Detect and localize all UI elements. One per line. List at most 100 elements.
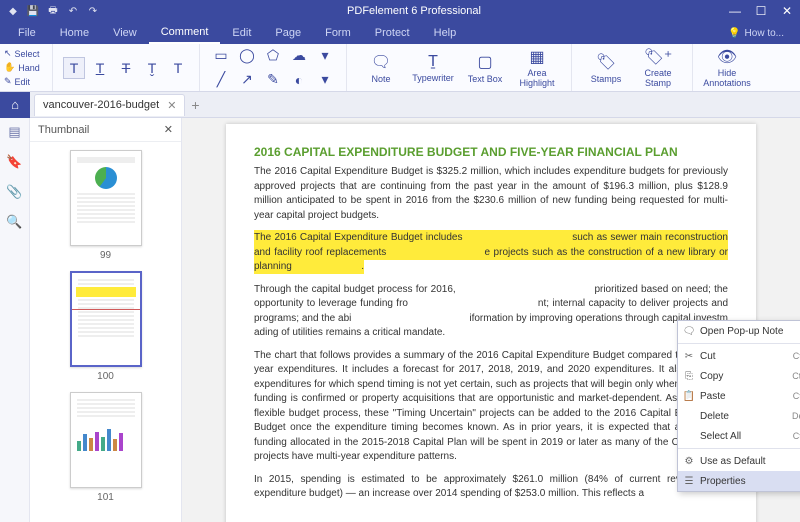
line-tool[interactable]: ╱ [210,69,232,91]
menu-help[interactable]: Help [422,22,469,44]
context-menu: 🗨Open Pop-up Note ✂CutCtrl+X ⎘CopyCtrl+C… [677,320,800,492]
search-rail-button[interactable]: 🔍 [6,214,22,230]
ctx-shortcut: Ctrl+V [793,391,800,401]
textbox-button[interactable]: ▢Text Box [459,46,511,90]
menu-protect[interactable]: Protect [363,22,422,44]
close-button[interactable]: ✕ [774,0,800,22]
ctx-label: Cut [700,351,716,362]
save-icon[interactable]: 💾 [26,4,40,18]
hide-label: Hide Annotations [701,69,753,89]
bar-chart-icon [77,427,135,451]
note-icon: 🗨 [371,52,391,72]
area-icon: ▦ [529,47,544,67]
menu-edit[interactable]: Edit [220,22,263,44]
ctx-paste[interactable]: 📋PasteCtrl+V [678,386,800,406]
note-label: Note [371,74,390,84]
shapes-dropdown[interactable]: ▾ [314,69,336,91]
note-button[interactable]: 🗨 Note [355,46,407,90]
strikethrough-tool[interactable]: T [115,57,137,79]
bookmarks-rail-button[interactable]: 🔖 [6,154,22,170]
hl-text: The 2016 Capital Expenditure Budget incl… [254,232,463,243]
ctx-label: Copy [700,371,723,382]
tab-close-button[interactable]: ✕ [167,99,176,112]
eraser-tool[interactable]: ◐ [288,69,310,91]
stamps-button[interactable]: 🏷Stamps [580,46,632,90]
ctx-copy[interactable]: ⎘CopyCtrl+C [678,366,800,386]
document-tab-bar: ⌂ vancouver-2016-budget ✕ + [0,92,800,118]
highlighted-paragraph[interactable]: The 2016 Capital Expenditure Budget incl… [254,231,728,275]
print-icon[interactable]: 🖶 [46,4,60,18]
arrow-dropdown[interactable]: ▾ [314,45,336,67]
pie-chart-icon [95,167,117,189]
eye-off-icon: 👁 [717,47,737,67]
ctx-shortcut: Delete [792,411,800,421]
ctx-use-as-default[interactable]: ⚙Use as Default [678,451,800,471]
menu-home[interactable]: Home [48,22,101,44]
oval-tool[interactable]: ◯ [236,45,258,67]
how-to-label: How to... [745,28,784,39]
paragraph: Through the capital budget process for 2… [254,283,728,341]
underline-tool[interactable]: T [89,57,111,79]
edit-tool[interactable]: ✎Edit [4,75,48,89]
attachments-rail-button[interactable]: 📎 [6,184,22,200]
paragraph: The chart that follows provides a summar… [254,349,728,465]
textbox-label: Text Box [468,74,503,84]
ctx-label: Properties [700,476,746,487]
document-tab[interactable]: vancouver-2016-budget ✕ [34,94,185,116]
add-tab-button[interactable]: + [191,97,199,113]
thumbnail-panel: Thumbnail ✕ 99 100 101 [30,118,182,522]
typewriter-label: Typewriter [412,73,454,83]
ctx-cut[interactable]: ✂CutCtrl+X [678,346,800,366]
typewriter-button[interactable]: ṮTypewriter [407,46,459,90]
menu-file[interactable]: File [6,22,48,44]
side-rail: ▤ 🔖 📎 🔍 [0,118,30,522]
ctx-select-all[interactable]: Select AllCtrl+A [678,426,800,446]
copy-icon: ⎘ [682,371,696,382]
ribbon: ↖Select ✋Hand ✎Edit T T T T̬ T ▭ ◯ ⬠ ☁ ▾… [0,44,800,92]
maximize-button[interactable]: ☐ [748,0,774,22]
thumbnail-list[interactable]: 99 100 101 [30,142,181,522]
highlight-text-tool[interactable]: T [63,57,85,79]
ctx-delete[interactable]: DeleteDelete [678,406,800,426]
pencil-tool[interactable]: ✎ [262,69,284,91]
thumb-label: 101 [97,492,114,503]
select-tool[interactable]: ↖Select [4,47,48,61]
document-viewport[interactable]: 2016 CAPITAL EXPENDITURE BUDGET AND FIVE… [182,118,800,522]
menu-form[interactable]: Form [313,22,363,44]
thumbnail-close-button[interactable]: ✕ [164,123,173,136]
visibility-group: 👁Hide Annotations [692,44,761,91]
hide-annotations-button[interactable]: 👁Hide Annotations [701,46,753,90]
create-stamp-button[interactable]: 🏷⁺Create Stamp [632,46,684,90]
thumbnail-page-100[interactable]: 100 [70,271,142,382]
app-icon: ◆ [6,4,20,18]
polygon-tool[interactable]: ⬠ [262,45,284,67]
arrow-tool[interactable]: ↗ [236,69,258,91]
rectangle-tool[interactable]: ▭ [210,45,232,67]
menu-view[interactable]: View [101,22,149,44]
caret-tool[interactable]: T̬ [141,57,163,79]
menu-page[interactable]: Page [263,22,313,44]
edit-label: Edit [15,77,31,87]
area-highlight-button[interactable]: ▦Area Highlight [511,46,563,90]
ctx-open-popup-note[interactable]: 🗨Open Pop-up Note [678,321,800,341]
how-to-link[interactable]: 💡 How to... [728,28,794,39]
page-heading: 2016 CAPITAL EXPENDITURE BUDGET AND FIVE… [254,144,728,161]
note-icon: 🗨 [682,326,696,337]
thumbnail-page-101[interactable]: 101 [70,392,142,503]
cloud-tool[interactable]: ☁ [288,45,310,67]
stamp-icon: 🏷 [596,52,616,72]
redo-icon[interactable]: ↷ [86,4,100,18]
edit-icon: ✎ [4,76,12,87]
ctx-properties[interactable]: ☰Properties [678,471,800,491]
home-tab[interactable]: ⌂ [0,92,30,118]
thumbnail-page-99[interactable]: 99 [70,150,142,261]
thumbnails-rail-button[interactable]: ▤ [8,124,20,140]
hand-tool[interactable]: ✋Hand [4,61,48,75]
menu-comment[interactable]: Comment [149,22,221,44]
squiggly-tool[interactable]: T [167,57,189,79]
minimize-button[interactable]: — [722,0,748,22]
undo-icon[interactable]: ↶ [66,4,80,18]
thumbnail-title: Thumbnail [38,124,89,136]
select-label: Select [15,49,40,59]
menu-bar: File Home View Comment Edit Page Form Pr… [0,22,800,44]
